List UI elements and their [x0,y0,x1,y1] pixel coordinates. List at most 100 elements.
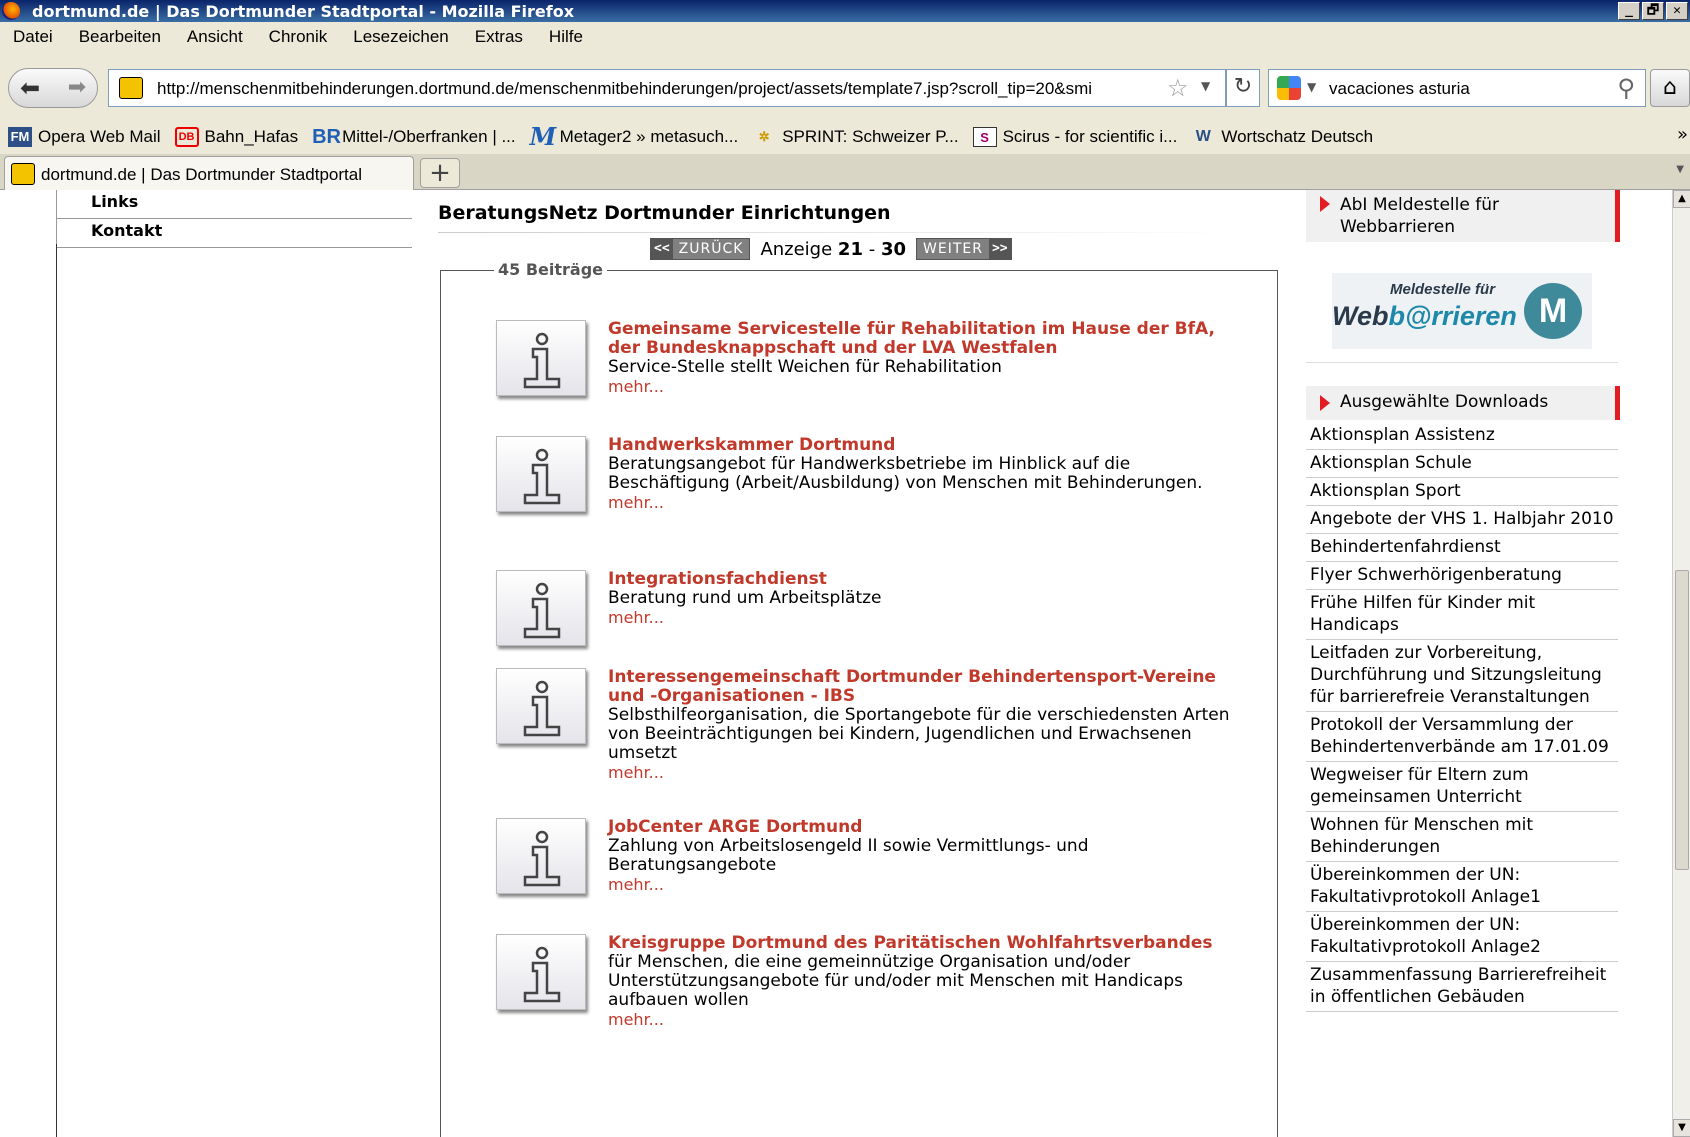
url-text[interactable]: http://menschenmitbehinderungen.dortmund… [157,79,1157,99]
download-link[interactable]: Flyer Schwerhörigenberatung [1306,562,1618,590]
meldestelle-link[interactable]: AbI Meldestelle für Webbarrieren [1306,190,1620,242]
entry-title[interactable]: JobCenter ARGE Dortmund [608,818,1248,837]
scirus-icon: S [972,127,997,147]
bookmark-scirus[interactable]: S Scirus - for scientific i... [972,127,1177,147]
url-dropdown-icon[interactable]: ▼ [1201,79,1210,93]
next-button[interactable]: WEITER >> [916,238,1012,260]
entry-description: Service-Stelle stellt Weichen für Rehabi… [608,357,1002,377]
info-icon[interactable] [496,818,586,894]
close-button[interactable]: ✕ [1666,2,1688,20]
window-controls: _ 🗗 ✕ [1618,2,1688,20]
info-icon[interactable] [496,320,586,396]
download-link[interactable]: Zusammenfassung Barrierefreiheit in öffe… [1306,962,1618,1012]
download-link[interactable]: Behindertenfahrdienst [1306,534,1618,562]
info-icon[interactable] [496,668,586,744]
bookmarks-overflow-icon[interactable]: » [1677,124,1688,145]
more-link[interactable]: mehr... [608,493,1248,512]
vertical-scrollbar[interactable]: ▲ ▼ [1672,190,1690,1137]
more-link[interactable]: mehr... [608,377,1248,396]
engine-dropdown-icon[interactable]: ▼ [1307,80,1316,94]
entry-body: Handwerkskammer Dortmund Beratungsangebo… [608,436,1248,513]
menu-chronik[interactable]: Chronik [256,27,341,47]
more-link[interactable]: mehr... [608,875,1248,894]
info-icon[interactable] [496,570,586,646]
entry-body: Kreisgruppe Dortmund des Paritätischen W… [608,934,1248,1030]
bookmark-metager2[interactable]: M Metager2 » metasuch... [530,125,739,149]
entry-title[interactable]: Handwerkskammer Dortmund [608,436,1248,455]
entry-title[interactable]: Integrationsfachdienst [608,570,1248,589]
new-tab-button[interactable]: + [420,158,460,188]
logo-barrieren: b@rrieren [1388,301,1517,331]
entry-title[interactable]: Gemeinsame Servicestelle für Rehabilitat… [608,320,1248,358]
leftnav-kontakt[interactable]: Kontakt [57,219,412,248]
menu-extras[interactable]: Extras [462,27,536,47]
home-icon[interactable]: ⌂ [1650,69,1690,107]
entry-body: Gemeinsame Servicestelle für Rehabilitat… [608,320,1248,397]
entry-title[interactable]: Interessengemeinschaft Dortmunder Behind… [608,668,1248,706]
download-link[interactable]: Protokoll der Versammlung der Behinderte… [1306,712,1618,762]
maximize-button[interactable]: 🗗 [1642,2,1664,20]
search-icon[interactable]: ⚲ [1617,74,1635,102]
back-arrow-icon[interactable]: ⬅ [15,73,45,103]
entry-body: JobCenter ARGE Dortmund Zahlung von Arbe… [608,818,1248,895]
scroll-thumb[interactable] [1675,570,1689,870]
entries-count: 45 Beiträge [494,260,608,279]
menu-bearbeiten[interactable]: Bearbeiten [66,27,174,47]
download-link[interactable]: Übereinkommen der UN: Fakultativprotokol… [1306,862,1618,912]
webbarrieren-logo[interactable]: Meldestelle für Webb@rrieren M [1332,273,1592,349]
logo-web: Web [1332,301,1389,331]
search-input[interactable]: vacaciones asturia [1329,79,1470,99]
scroll-down-icon[interactable]: ▼ [1673,1119,1690,1137]
tab-list-dropdown-icon[interactable]: ▼ [1676,164,1684,175]
reload-icon[interactable]: ↻ [1226,69,1260,107]
bookmark-wortschatz[interactable]: W Wortschatz Deutsch [1191,127,1373,147]
downloads-heading: Ausgewählte Downloads [1306,386,1620,420]
bookmark-sprint[interactable]: ✲ SPRINT: Schweizer P... [752,127,959,147]
download-link[interactable]: Aktionsplan Schule [1306,450,1618,478]
download-link[interactable]: Wohnen für Menschen mit Behinderungen [1306,812,1618,862]
db-icon: DB [174,127,199,147]
info-icon[interactable] [496,934,586,1010]
entry-title[interactable]: Kreisgruppe Dortmund des Paritätischen W… [608,934,1248,953]
menu-ansicht[interactable]: Ansicht [174,27,256,47]
download-link[interactable]: Wegweiser für Eltern zum gemeinsamen Unt… [1306,762,1618,812]
site-favicon-icon [119,77,143,99]
entry-description: Beratung rund um Arbeitsplätze [608,588,882,608]
logo-small-text: Meldestelle für [1390,281,1496,298]
range-from: 21 [837,238,863,260]
more-link[interactable]: mehr... [608,763,1248,782]
bookmark-bahn-hafas[interactable]: DB Bahn_Hafas [174,127,299,147]
left-navigation: Links Kontakt [56,190,412,248]
bookmark-label: Metager2 » metasuch... [559,127,739,146]
page-range: Anzeige 21 - 30 [760,239,906,260]
divider [1306,362,1618,363]
scroll-up-icon[interactable]: ▲ [1673,190,1690,208]
download-link[interactable]: Aktionsplan Sport [1306,478,1618,506]
page-title: BeratungsNetz Dortmunder Einrichtungen [438,202,891,224]
info-icon[interactable] [496,436,586,512]
forward-arrow-icon[interactable]: ➡ [65,73,89,103]
bookmark-label: Mittel-/Oberfranken | ... [342,127,516,146]
left-border [56,244,57,1137]
more-link[interactable]: mehr... [608,608,1248,627]
prev-button[interactable]: << ZURÜCK [650,238,751,260]
bookmark-opera-web-mail[interactable]: FM Opera Web Mail [8,127,161,147]
download-link[interactable]: Leitfaden zur Vorbereitung, Durchführung… [1306,640,1618,712]
menu-lesezeichen[interactable]: Lesezeichen [340,27,461,47]
tab-dortmund[interactable]: dortmund.de | Das Dortmunder Stadtportal [4,156,414,190]
download-link[interactable]: Frühe Hilfen für Kinder mit Handicaps [1306,590,1618,640]
download-link[interactable]: Übereinkommen der UN: Fakultativprotokol… [1306,912,1618,962]
bookmark-mittel-oberfranken[interactable]: BR Mittel-/Oberfranken | ... [312,127,516,147]
more-link[interactable]: mehr... [608,1010,1248,1029]
bookmark-star-icon[interactable]: ☆ [1167,74,1189,102]
menu-datei[interactable]: Datei [0,27,66,47]
minimize-button[interactable]: _ [1618,2,1640,20]
bookmark-label: Bahn_Hafas [204,127,299,146]
search-bar[interactable]: ▼ vacaciones asturia ⚲ [1268,69,1646,107]
download-link[interactable]: Aktionsplan Assistenz [1306,422,1618,450]
menu-hilfe[interactable]: Hilfe [536,27,596,47]
leftnav-links[interactable]: Links [57,190,412,219]
download-link[interactable]: Angebote der VHS 1. Halbjahr 2010 [1306,506,1618,534]
url-bar[interactable]: http://menschenmitbehinderungen.dortmund… [108,69,1226,107]
google-engine-icon[interactable] [1277,76,1301,100]
